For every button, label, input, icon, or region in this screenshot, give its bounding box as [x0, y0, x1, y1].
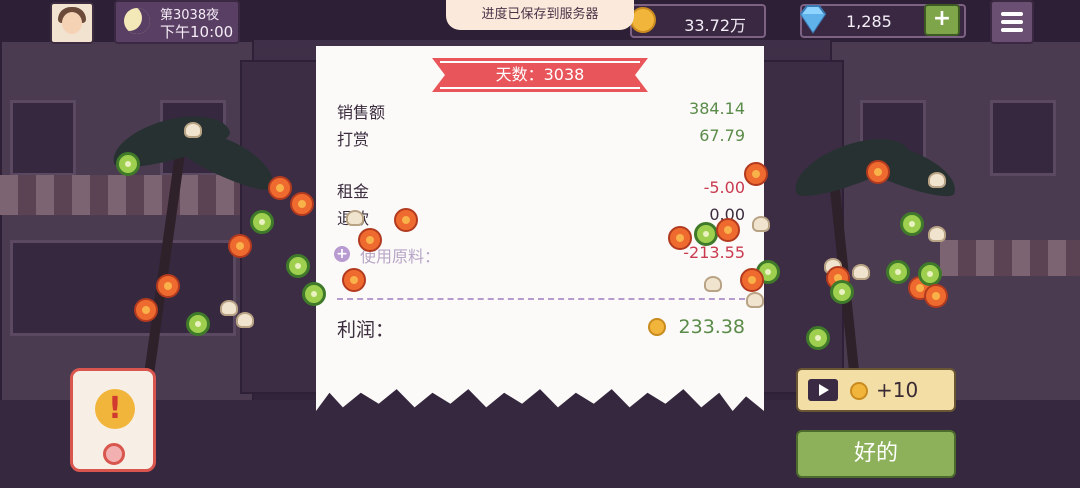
rent-label: 租金	[337, 182, 370, 201]
profit-value: 233.38	[678, 316, 745, 338]
ad-reward-label: +10	[876, 378, 919, 402]
garlic-clove	[752, 216, 770, 232]
garlic-clove	[184, 122, 202, 138]
tomato-slice	[924, 284, 948, 308]
coin-icon	[850, 382, 868, 400]
tomato-slice	[342, 268, 366, 292]
alert-dot	[103, 443, 125, 465]
tomato-slice	[394, 208, 418, 232]
tomato-slice	[866, 160, 890, 184]
sales-value: 384.14	[689, 99, 745, 118]
tomato-slice	[358, 228, 382, 252]
pepper-slice	[694, 222, 718, 246]
time-label: 下午10:00	[160, 23, 234, 41]
garlic-clove	[928, 226, 946, 242]
expand-ingredients-icon[interactable]: +	[334, 246, 350, 262]
day-time-panel: 第3038夜 下午10:00	[114, 0, 240, 44]
tomato-slice	[740, 268, 764, 292]
tomato-slice	[228, 234, 252, 258]
menu-button[interactable]	[990, 0, 1034, 44]
pepper-slice	[116, 152, 140, 176]
tomato-slice	[268, 176, 292, 200]
gem-amount: 1,285	[846, 12, 892, 31]
garlic-clove	[220, 300, 238, 316]
tips-label: 打赏	[337, 130, 370, 149]
tomato-slice	[156, 274, 180, 298]
tomato-slice	[134, 298, 158, 322]
menu-icon-bar	[1001, 20, 1023, 24]
alert-icon: !	[95, 389, 135, 429]
tomato-slice	[668, 226, 692, 250]
garlic-clove	[704, 276, 722, 292]
day-ribbon: 天数：3038	[432, 58, 648, 92]
pepper-slice	[250, 210, 274, 234]
moon-icon	[124, 8, 150, 34]
video-icon	[808, 379, 838, 401]
pepper-slice	[806, 326, 830, 350]
garlic-clove	[852, 264, 870, 280]
profit-label: 利润：	[337, 319, 395, 341]
pepper-slice	[830, 280, 854, 304]
tomato-slice	[744, 162, 768, 186]
menu-icon	[1001, 12, 1023, 16]
add-gems-button[interactable]: +	[924, 4, 960, 36]
pepper-slice	[302, 282, 326, 306]
ingredients-value: -213.55	[683, 243, 745, 262]
garlic-clove	[346, 210, 364, 226]
pepper-slice	[900, 212, 924, 236]
pepper-slice	[186, 312, 210, 336]
avatar-face	[62, 12, 82, 34]
menu-icon-bar	[1001, 28, 1023, 32]
sales-label: 销售额	[337, 103, 386, 122]
divider	[337, 298, 745, 300]
gem-icon	[799, 5, 827, 34]
coin-amount: 33.72万	[684, 16, 746, 35]
coin-counter: 33.72万	[630, 4, 766, 38]
rent-value: -5.00	[703, 178, 745, 197]
garlic-clove	[746, 292, 764, 308]
save-toast: 进度已保存到服务器	[446, 0, 634, 30]
tomato-slice	[290, 192, 314, 216]
coin-icon	[648, 318, 666, 336]
alert-card-button[interactable]: !	[70, 368, 156, 472]
avatar[interactable]	[50, 2, 94, 44]
pepper-slice	[286, 254, 310, 278]
garlic-clove	[928, 172, 946, 188]
watch-ad-button[interactable]: +10	[796, 368, 956, 412]
pepper-slice	[886, 260, 910, 284]
ok-button[interactable]: 好的	[796, 430, 956, 478]
garlic-clove	[236, 312, 254, 328]
tomato-slice	[716, 218, 740, 242]
pepper-slice	[918, 262, 942, 286]
tips-value: 67.79	[699, 126, 745, 145]
